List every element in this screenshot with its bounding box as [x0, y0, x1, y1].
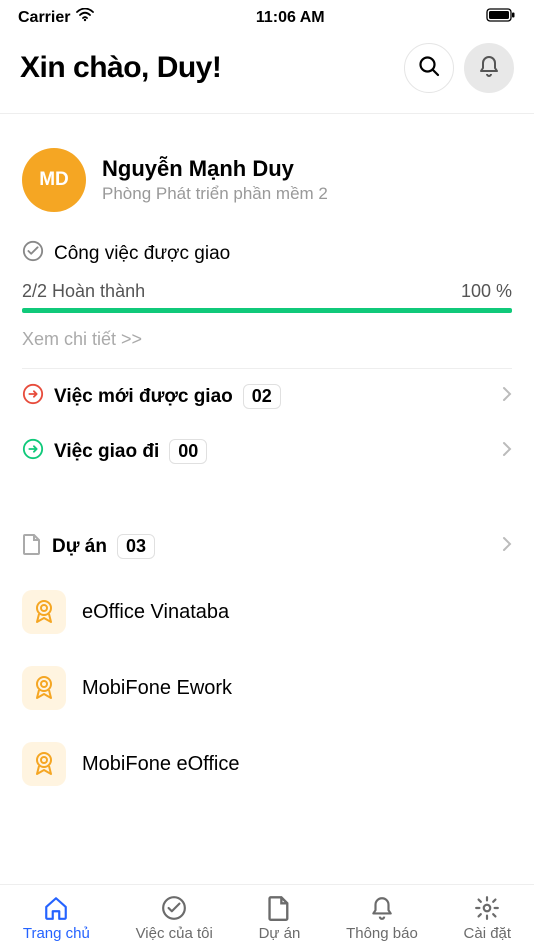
project-item[interactable]: eOffice Vinataba: [22, 574, 512, 650]
project-list: eOffice Vinataba MobiFone Ework MobiFone…: [22, 574, 512, 802]
projects-count: 03: [117, 534, 155, 559]
tab-notifications[interactable]: Thông báo: [346, 895, 418, 942]
project-name: MobiFone eOffice: [82, 753, 240, 776]
new-assigned-label: Việc mới được giao: [54, 386, 233, 408]
battery-icon: [486, 8, 516, 27]
tab-home[interactable]: Trang chủ: [23, 895, 90, 942]
tab-settings[interactable]: Cài đặt: [464, 895, 512, 942]
view-detail-link[interactable]: Xem chi tiết >>: [22, 329, 512, 369]
progress-label: 2/2 Hoàn thành: [22, 281, 145, 302]
project-item[interactable]: MobiFone eOffice: [22, 726, 512, 802]
tab-label: Thông báo: [346, 925, 418, 942]
user-name: Nguyễn Mạnh Duy: [102, 156, 328, 182]
delegated-label: Việc giao đi: [54, 441, 159, 463]
projects-row[interactable]: Dự án 03: [22, 519, 512, 574]
search-icon: [417, 54, 441, 83]
status-bar: Carrier 11:06 AM: [0, 0, 534, 31]
avatar: MD: [22, 148, 86, 212]
project-name: eOffice Vinataba: [82, 601, 229, 624]
document-icon: [22, 533, 42, 560]
tab-bar: Trang chủ Việc của tôi Dự án Thông báo C…: [0, 884, 534, 950]
project-item[interactable]: MobiFone Ework: [22, 650, 512, 726]
delegated-row[interactable]: Việc giao đi 00: [22, 424, 512, 479]
notifications-button[interactable]: [464, 43, 514, 93]
medal-icon: [22, 590, 66, 634]
user-card: MD Nguyễn Mạnh Duy Phòng Phát triển phần…: [22, 114, 512, 236]
chevron-right-icon: [502, 536, 512, 557]
chevron-right-icon: [502, 441, 512, 462]
tab-label: Cài đặt: [464, 925, 512, 942]
chevron-right-icon: [502, 386, 512, 407]
check-circle-icon: [22, 240, 44, 267]
tab-mywork[interactable]: Việc của tôi: [136, 895, 213, 942]
assigned-header: Công việc được giao: [22, 236, 512, 281]
tab-label: Việc của tôi: [136, 925, 213, 942]
progress-bar: [22, 308, 512, 313]
new-assigned-row[interactable]: Việc mới được giao 02: [22, 369, 512, 424]
carrier-label: Carrier: [18, 9, 70, 27]
user-dept: Phòng Phát triển phần mềm 2: [102, 184, 328, 204]
medal-icon: [22, 666, 66, 710]
wifi-icon: [76, 8, 94, 27]
clock: 11:06 AM: [256, 9, 325, 27]
header: Xin chào, Duy!: [0, 31, 534, 114]
progress-pct: 100 %: [461, 281, 512, 302]
tab-projects[interactable]: Dự án: [259, 895, 301, 942]
incoming-icon: [22, 383, 44, 410]
assigned-title: Công việc được giao: [54, 243, 230, 265]
search-button[interactable]: [404, 43, 454, 93]
project-name: MobiFone Ework: [82, 677, 232, 700]
greeting: Xin chào, Duy!: [20, 51, 221, 85]
outgoing-icon: [22, 438, 44, 465]
medal-icon: [22, 742, 66, 786]
delegated-count: 00: [169, 439, 207, 464]
tab-label: Trang chủ: [23, 925, 90, 942]
new-assigned-count: 02: [243, 384, 281, 409]
tab-label: Dự án: [259, 925, 301, 942]
projects-title: Dự án: [52, 536, 107, 558]
bell-icon: [477, 54, 501, 83]
